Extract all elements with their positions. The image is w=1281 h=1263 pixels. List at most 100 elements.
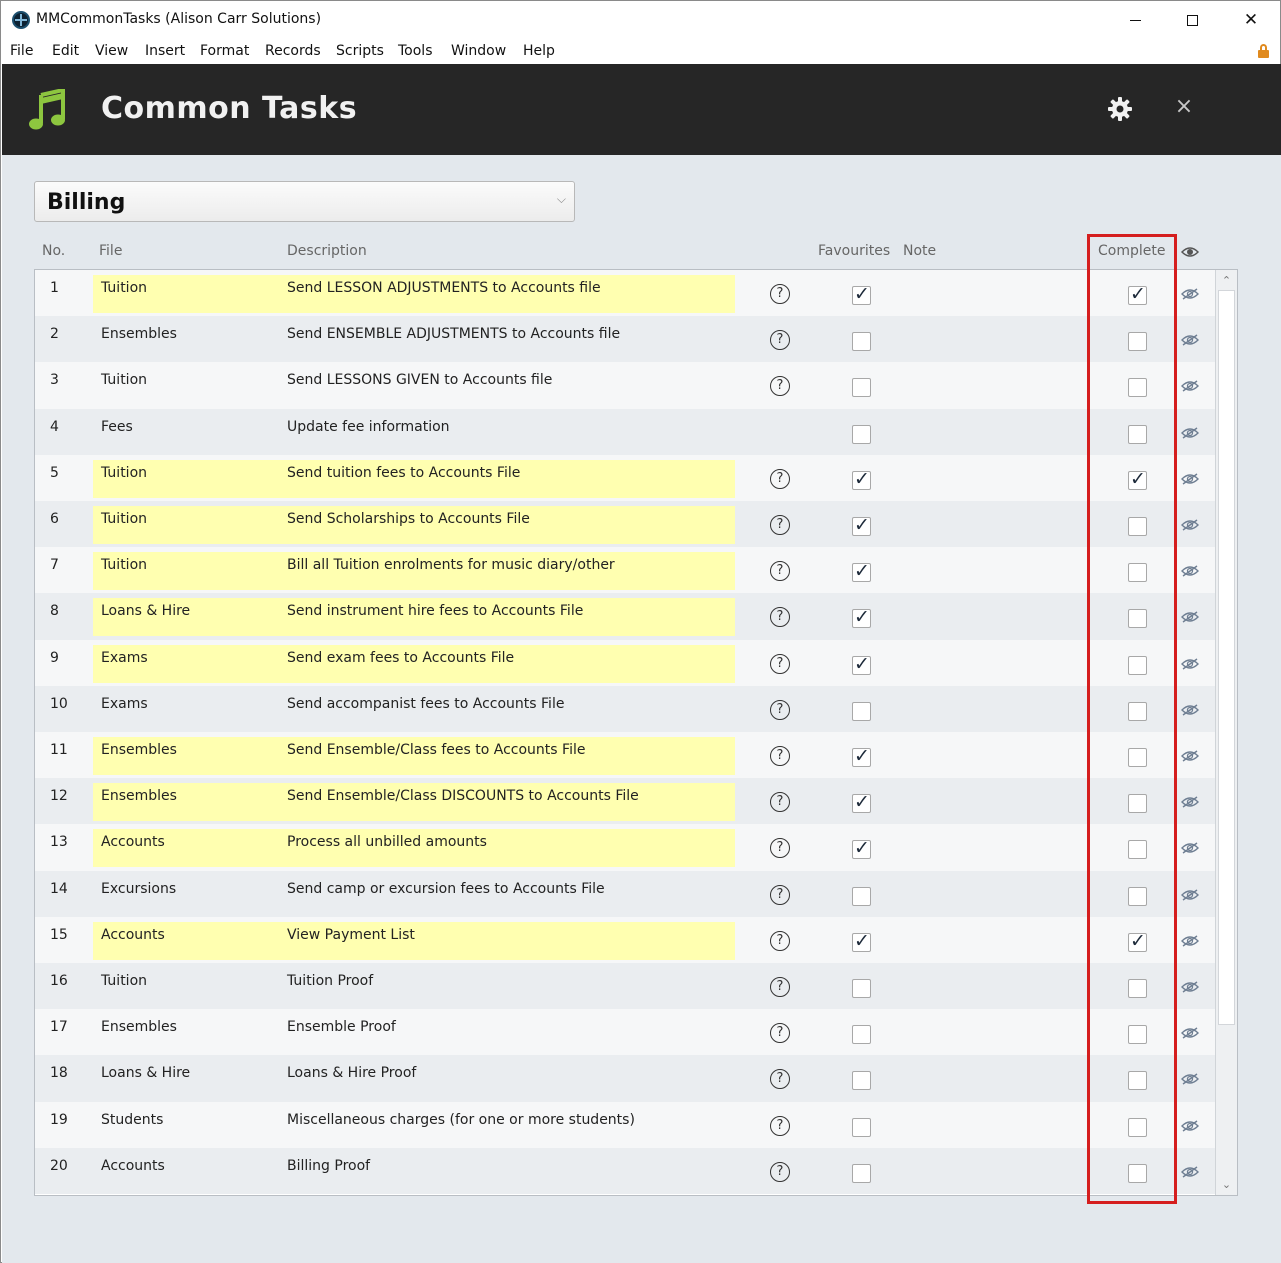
row-description[interactable]: Send Scholarships to Accounts File (287, 511, 530, 527)
gear-icon[interactable] (1108, 97, 1132, 121)
favourite-checkbox[interactable] (852, 701, 871, 721)
complete-checkbox[interactable] (1128, 563, 1147, 583)
table-row[interactable]: 10 Exams Send accompanist fees to Accounts… (35, 685, 1215, 732)
complete-checkbox[interactable] (1128, 886, 1147, 906)
menu-edit[interactable]: Edit (52, 43, 79, 59)
row-description[interactable]: Send ENSEMBLE ADJUSTMENTS to Accounts fi… (287, 326, 620, 342)
scroll-down-icon[interactable]: ⌄ (1216, 1175, 1237, 1195)
help-icon[interactable]: ? (770, 884, 790, 905)
row-description[interactable]: Miscellaneous charges (for one or more s… (287, 1112, 635, 1128)
complete-checkbox[interactable] (1128, 424, 1147, 444)
help-icon[interactable]: ? (770, 653, 790, 674)
help-icon[interactable]: ? (770, 561, 790, 582)
hide-icon[interactable] (1181, 796, 1199, 808)
complete-checkbox[interactable] (1128, 701, 1147, 721)
favourite-checkbox[interactable]: ✓ (852, 606, 871, 629)
complete-checkbox[interactable] (1128, 332, 1147, 352)
row-description[interactable]: Send exam fees to Accounts File (287, 650, 514, 666)
favourite-checkbox[interactable]: ✓ (852, 791, 871, 814)
table-row[interactable]: 18 Loans & Hire Loans & Hire Proof? (35, 1055, 1215, 1102)
help-icon[interactable]: ? (770, 330, 790, 351)
complete-checkbox[interactable] (1128, 1117, 1147, 1137)
complete-checkbox[interactable] (1128, 517, 1147, 536)
close-icon[interactable]: × (1172, 94, 1196, 120)
complete-checkbox[interactable] (1128, 1025, 1147, 1045)
row-description[interactable]: Send camp or excursion fees to Accounts … (287, 881, 605, 897)
favourite-checkbox[interactable] (852, 1163, 871, 1183)
table-row[interactable]: 9 Exams Send exam fees to Accounts File? ✓ (35, 639, 1215, 686)
category-dropdown[interactable]: Billing ⌵ (34, 181, 575, 222)
menu-format[interactable]: Format (200, 43, 249, 59)
favourite-checkbox[interactable] (852, 886, 871, 906)
minimize-button[interactable] (1120, 7, 1150, 33)
maximize-button[interactable] (1177, 7, 1207, 33)
hide-icon[interactable] (1181, 380, 1199, 392)
row-description[interactable]: Billing Proof (287, 1158, 370, 1174)
favourite-checkbox[interactable]: ✓ (852, 514, 871, 536)
row-description[interactable]: Send tuition fees to Accounts File (287, 465, 520, 481)
table-row[interactable]: 2 Ensembles Send ENSEMBLE ADJUSTMENTS to A… (35, 316, 1215, 363)
favourite-checkbox[interactable]: ✓ (852, 930, 871, 952)
table-row[interactable]: 7 Tuition Bill all Tuition enrolments for … (35, 547, 1215, 594)
row-description[interactable]: Update fee information (287, 419, 450, 435)
table-row[interactable]: 4 Fees Update fee information (35, 408, 1215, 455)
table-row[interactable]: 16 Tuition Tuition Proof? (35, 963, 1215, 1010)
help-icon[interactable]: ? (770, 1161, 790, 1182)
lock-icon[interactable] (1258, 44, 1269, 58)
row-description[interactable]: Send Ensemble/Class DISCOUNTS to Account… (287, 788, 639, 804)
complete-checkbox[interactable]: ✓ (1128, 283, 1147, 305)
hide-icon[interactable] (1181, 473, 1199, 485)
row-description[interactable]: Send accompanist fees to Accounts File (287, 696, 564, 712)
table-row[interactable]: 20 Accounts Billing Proof? (35, 1147, 1215, 1194)
table-row[interactable]: 11 Ensembles Send Ensemble/Class fees to A… (35, 732, 1215, 779)
help-icon[interactable]: ? (770, 977, 790, 997)
favourite-checkbox[interactable]: ✓ (852, 745, 871, 767)
help-icon[interactable]: ? (770, 284, 790, 304)
hide-icon[interactable] (1181, 1027, 1199, 1039)
menu-scripts[interactable]: Scripts (336, 43, 384, 59)
scroll-thumb[interactable] (1218, 290, 1235, 1025)
help-icon[interactable]: ? (770, 1023, 790, 1044)
hide-icon[interactable] (1181, 334, 1199, 346)
complete-checkbox[interactable] (1128, 378, 1147, 398)
help-icon[interactable]: ? (770, 1115, 790, 1136)
favourite-checkbox[interactable]: ✓ (852, 468, 871, 490)
hide-icon[interactable] (1181, 1073, 1199, 1085)
complete-checkbox[interactable]: ✓ (1128, 468, 1147, 490)
row-description[interactable]: Process all unbilled amounts (287, 834, 487, 850)
table-row[interactable]: 3 Tuition Send LESSONS GIVEN to Accounts f… (35, 362, 1215, 409)
hide-icon[interactable] (1181, 842, 1199, 854)
hide-icon[interactable] (1181, 565, 1199, 577)
complete-checkbox[interactable] (1128, 840, 1147, 860)
hide-icon[interactable] (1181, 1120, 1199, 1132)
complete-checkbox[interactable]: ✓ (1128, 930, 1147, 952)
hide-icon[interactable] (1181, 750, 1199, 762)
menu-window[interactable]: Window (451, 43, 506, 59)
favourite-checkbox[interactable] (852, 424, 871, 444)
help-icon[interactable]: ? (770, 1069, 790, 1090)
favourite-checkbox[interactable] (852, 1071, 871, 1091)
help-icon[interactable]: ? (770, 376, 790, 397)
favourite-checkbox[interactable] (852, 1117, 871, 1137)
complete-checkbox[interactable] (1128, 794, 1147, 814)
favourite-checkbox[interactable]: ✓ (852, 837, 871, 860)
hide-icon[interactable] (1181, 889, 1199, 901)
complete-checkbox[interactable] (1128, 1163, 1147, 1183)
help-icon[interactable]: ? (770, 930, 790, 951)
hide-icon[interactable] (1181, 1166, 1199, 1178)
hide-icon[interactable] (1181, 427, 1199, 439)
complete-checkbox[interactable] (1128, 748, 1147, 767)
row-description[interactable]: Bill all Tuition enrolments for music di… (287, 557, 615, 573)
row-description[interactable]: Send instrument hire fees to Accounts Fi… (287, 603, 583, 619)
help-icon[interactable]: ? (770, 792, 790, 813)
favourite-checkbox[interactable] (852, 332, 871, 352)
complete-checkbox[interactable] (1128, 655, 1147, 675)
row-description[interactable]: Loans & Hire Proof (287, 1065, 416, 1081)
menu-help[interactable]: Help (523, 43, 555, 59)
menu-insert[interactable]: Insert (145, 43, 185, 59)
hide-icon[interactable] (1181, 288, 1199, 300)
complete-checkbox[interactable] (1128, 979, 1147, 998)
complete-checkbox[interactable] (1128, 1071, 1147, 1091)
table-row[interactable]: 1 Tuition Send LESSON ADJUSTMENTS to Accou… (35, 270, 1215, 317)
hide-icon[interactable] (1181, 658, 1199, 670)
